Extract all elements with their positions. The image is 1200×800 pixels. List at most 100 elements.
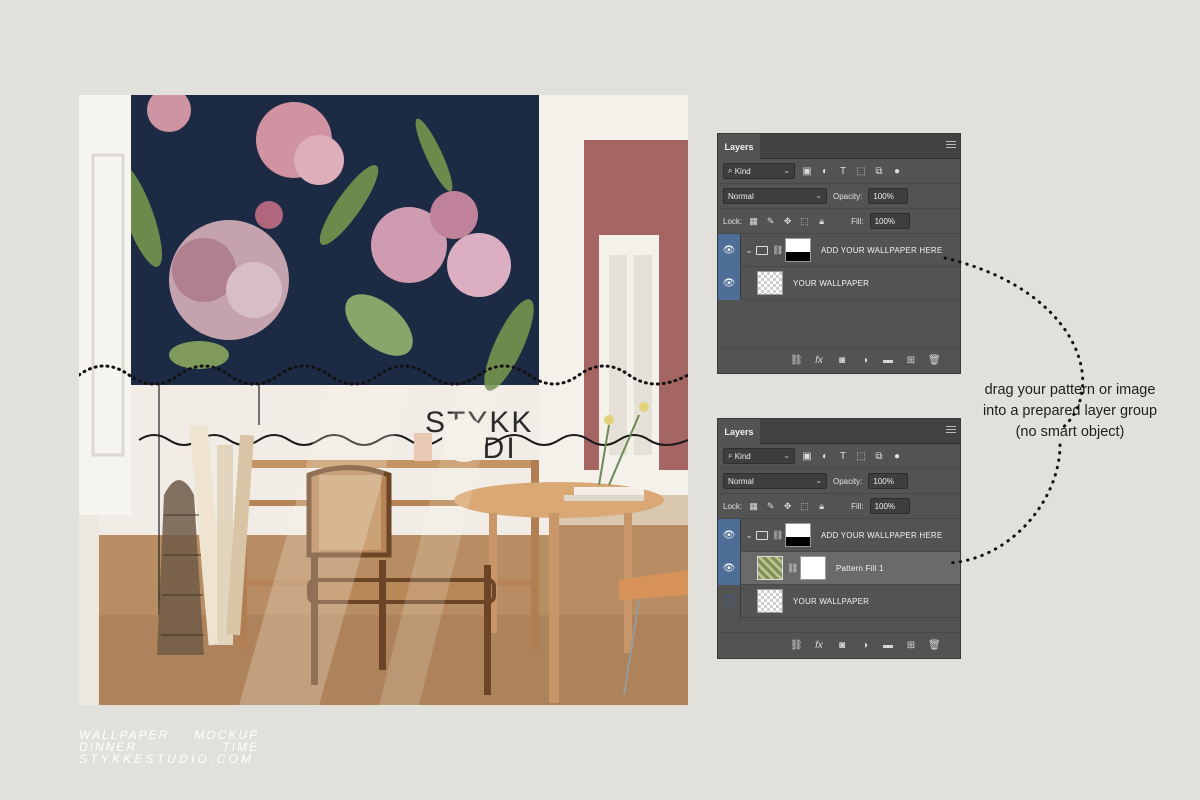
layer-thumbnail[interactable] [757,271,783,295]
layer-name: ADD YOUR WALLPAPER HERE [821,245,943,255]
new-group-icon[interactable]: ▬ [882,355,894,366]
blend-row: Normal ⌄ Opacity: 100% [718,469,960,494]
lock-artboard-icon[interactable]: ⬚ [799,216,810,227]
image-filter-icon[interactable]: ▣ [801,166,813,177]
lock-all-icon[interactable]: 🔒︎ [816,501,827,512]
panel-tab-bar: Layers [718,419,960,444]
delete-layer-icon[interactable]: 🗑︎ [928,355,941,366]
tab-layers[interactable]: Layers [718,134,760,159]
new-layer-icon[interactable]: ⊞ [905,640,917,651]
filter-kind-select[interactable]: ⌕ Kind ⌄ [723,448,795,464]
folder-icon [756,245,768,255]
link-layers-icon[interactable]: ⛓︎ [790,355,803,366]
fx-icon[interactable]: fx [813,640,825,651]
layer-list: 👁︎ ⌄ ⛓︎ ADD YOUR WALLPAPER HERE 👁︎ YOUR … [718,233,960,300]
smart-object-filter-icon[interactable]: ⧉ [873,451,885,462]
smart-object-filter-icon[interactable]: ⧉ [873,166,885,177]
instruction-line2: into a prepared layer group [982,403,1158,419]
lock-row: Lock: ▦ ✎ ✥ ⬚ 🔒︎ Fill: 100% [718,494,960,519]
mask-thumbnail[interactable] [785,238,811,262]
shape-filter-icon[interactable]: ⬚ [855,166,867,177]
interior-scene: STYKK UDI [79,95,688,705]
adjustment-filter-icon[interactable]: ◐ [819,166,831,177]
shape-filter-icon[interactable]: ⬚ [855,451,867,462]
opacity-field[interactable]: 100% [868,188,909,204]
lock-transparent-icon[interactable]: ▦ [748,501,759,512]
instruction-note: drag your pattern or image into a prepar… [975,380,1165,443]
opacity-field[interactable]: 100% [868,473,909,489]
layer-name: YOUR WALLPAPER [793,278,870,288]
panel-menu-icon[interactable] [946,426,956,434]
fill-value: 100% [874,501,896,511]
layer-list: 👁︎ ⌄ ⛓︎ ADD YOUR WALLPAPER HERE 👁︎ ⛓︎ Pa… [718,518,960,618]
layer-group-row[interactable]: 👁︎ ⌄ ⛓︎ ADD YOUR WALLPAPER HERE [718,233,960,267]
instruction-line1: drag your pattern or image [984,382,1156,398]
adjustment-layer-icon[interactable]: ◑ [859,355,871,366]
filter-toggle-icon[interactable]: ● [891,166,903,177]
pattern-thumbnail[interactable] [757,556,783,580]
lock-image-icon[interactable]: ✎ [765,501,776,512]
layers-panel-after: Layers ⌕ Kind ⌄ ▣ ◐ T ⬚ ⧉ ● Normal ⌄ Opa… [717,418,961,659]
lock-position-icon[interactable]: ✥ [782,501,793,512]
brand-website: STYKKESTUDIO.COM [79,752,255,766]
eye-icon[interactable]: 👁︎ [718,266,741,300]
layer-name: ADD YOUR WALLPAPER HERE [821,530,943,540]
blend-mode-value: Normal [728,476,754,486]
blend-mode-select[interactable]: Normal ⌄ [723,473,827,489]
new-group-icon[interactable]: ▬ [882,640,894,651]
adjustment-filter-icon[interactable]: ◐ [819,451,831,462]
search-icon: ⌕ [728,166,735,175]
layer-row[interactable]: YOUR WALLPAPER [718,584,960,618]
adjustment-layer-icon[interactable]: ◑ [859,640,871,651]
lock-artboard-icon[interactable]: ⬚ [799,501,810,512]
search-icon: ⌕ [728,451,735,460]
chevron-down-icon[interactable]: ⌄ [744,245,754,256]
mask-thumbnail[interactable] [800,556,826,580]
chevron-down-icon: ⌄ [815,476,822,485]
tab-layers[interactable]: Layers [718,419,760,444]
add-mask-icon[interactable]: ◙ [836,355,848,366]
delete-layer-icon[interactable]: 🗑︎ [928,640,941,651]
new-layer-icon[interactable]: ⊞ [905,355,917,366]
visibility-toggle-off[interactable] [718,584,741,618]
fx-icon[interactable]: fx [813,355,825,366]
filter-kind-value: Kind [734,451,751,461]
instruction-line3: (no smart object) [1015,424,1125,440]
folder-icon [756,530,768,540]
eye-icon[interactable]: 👁︎ [718,518,741,552]
layers-panel-before: Layers ⌕ Kind ⌄ ▣ ◐ T ⬚ ⧉ ● Normal ⌄ Opa… [717,133,961,374]
panel-menu-icon[interactable] [946,141,956,149]
lock-transparent-icon[interactable]: ▦ [748,216,759,227]
blend-mode-select[interactable]: Normal ⌄ [723,188,827,204]
layer-group-row[interactable]: 👁︎ ⌄ ⛓︎ ADD YOUR WALLPAPER HERE [718,518,960,552]
link-icon[interactable]: ⛓︎ [772,530,783,541]
opacity-label: Opacity: [833,191,863,201]
chevron-down-icon[interactable]: ⌄ [744,530,754,541]
layer-name: Pattern Fill 1 [836,563,884,573]
fill-field[interactable]: 100% [869,498,910,514]
filter-kind-select[interactable]: ⌕ Kind ⌄ [723,163,795,179]
layer-row-selected[interactable]: 👁︎ ⛓︎ Pattern Fill 1 [718,551,960,585]
panel-footer: ⛓︎ fx ◙ ◑ ▬ ⊞ 🗑︎ [718,632,960,658]
link-icon[interactable]: ⛓︎ [787,563,798,574]
lock-image-icon[interactable]: ✎ [765,216,776,227]
opacity-label: Opacity: [833,476,863,486]
fill-label: Fill: [851,216,864,226]
fill-field[interactable]: 100% [869,213,910,229]
layer-row[interactable]: 👁︎ YOUR WALLPAPER [718,266,960,300]
lock-all-icon[interactable]: 🔒︎ [816,216,827,227]
filter-toggle-icon[interactable]: ● [891,451,903,462]
eye-icon[interactable]: 👁︎ [718,233,741,267]
link-icon[interactable]: ⛓︎ [772,245,783,256]
image-filter-icon[interactable]: ▣ [801,451,813,462]
fill-label: Fill: [851,501,864,511]
blend-mode-value: Normal [728,191,754,201]
layer-thumbnail[interactable] [757,589,783,613]
mask-thumbnail[interactable] [785,523,811,547]
type-filter-icon[interactable]: T [837,451,849,462]
type-filter-icon[interactable]: T [837,166,849,177]
add-mask-icon[interactable]: ◙ [836,640,848,651]
link-layers-icon[interactable]: ⛓︎ [790,640,803,651]
eye-icon[interactable]: 👁︎ [718,551,741,585]
lock-position-icon[interactable]: ✥ [782,216,793,227]
